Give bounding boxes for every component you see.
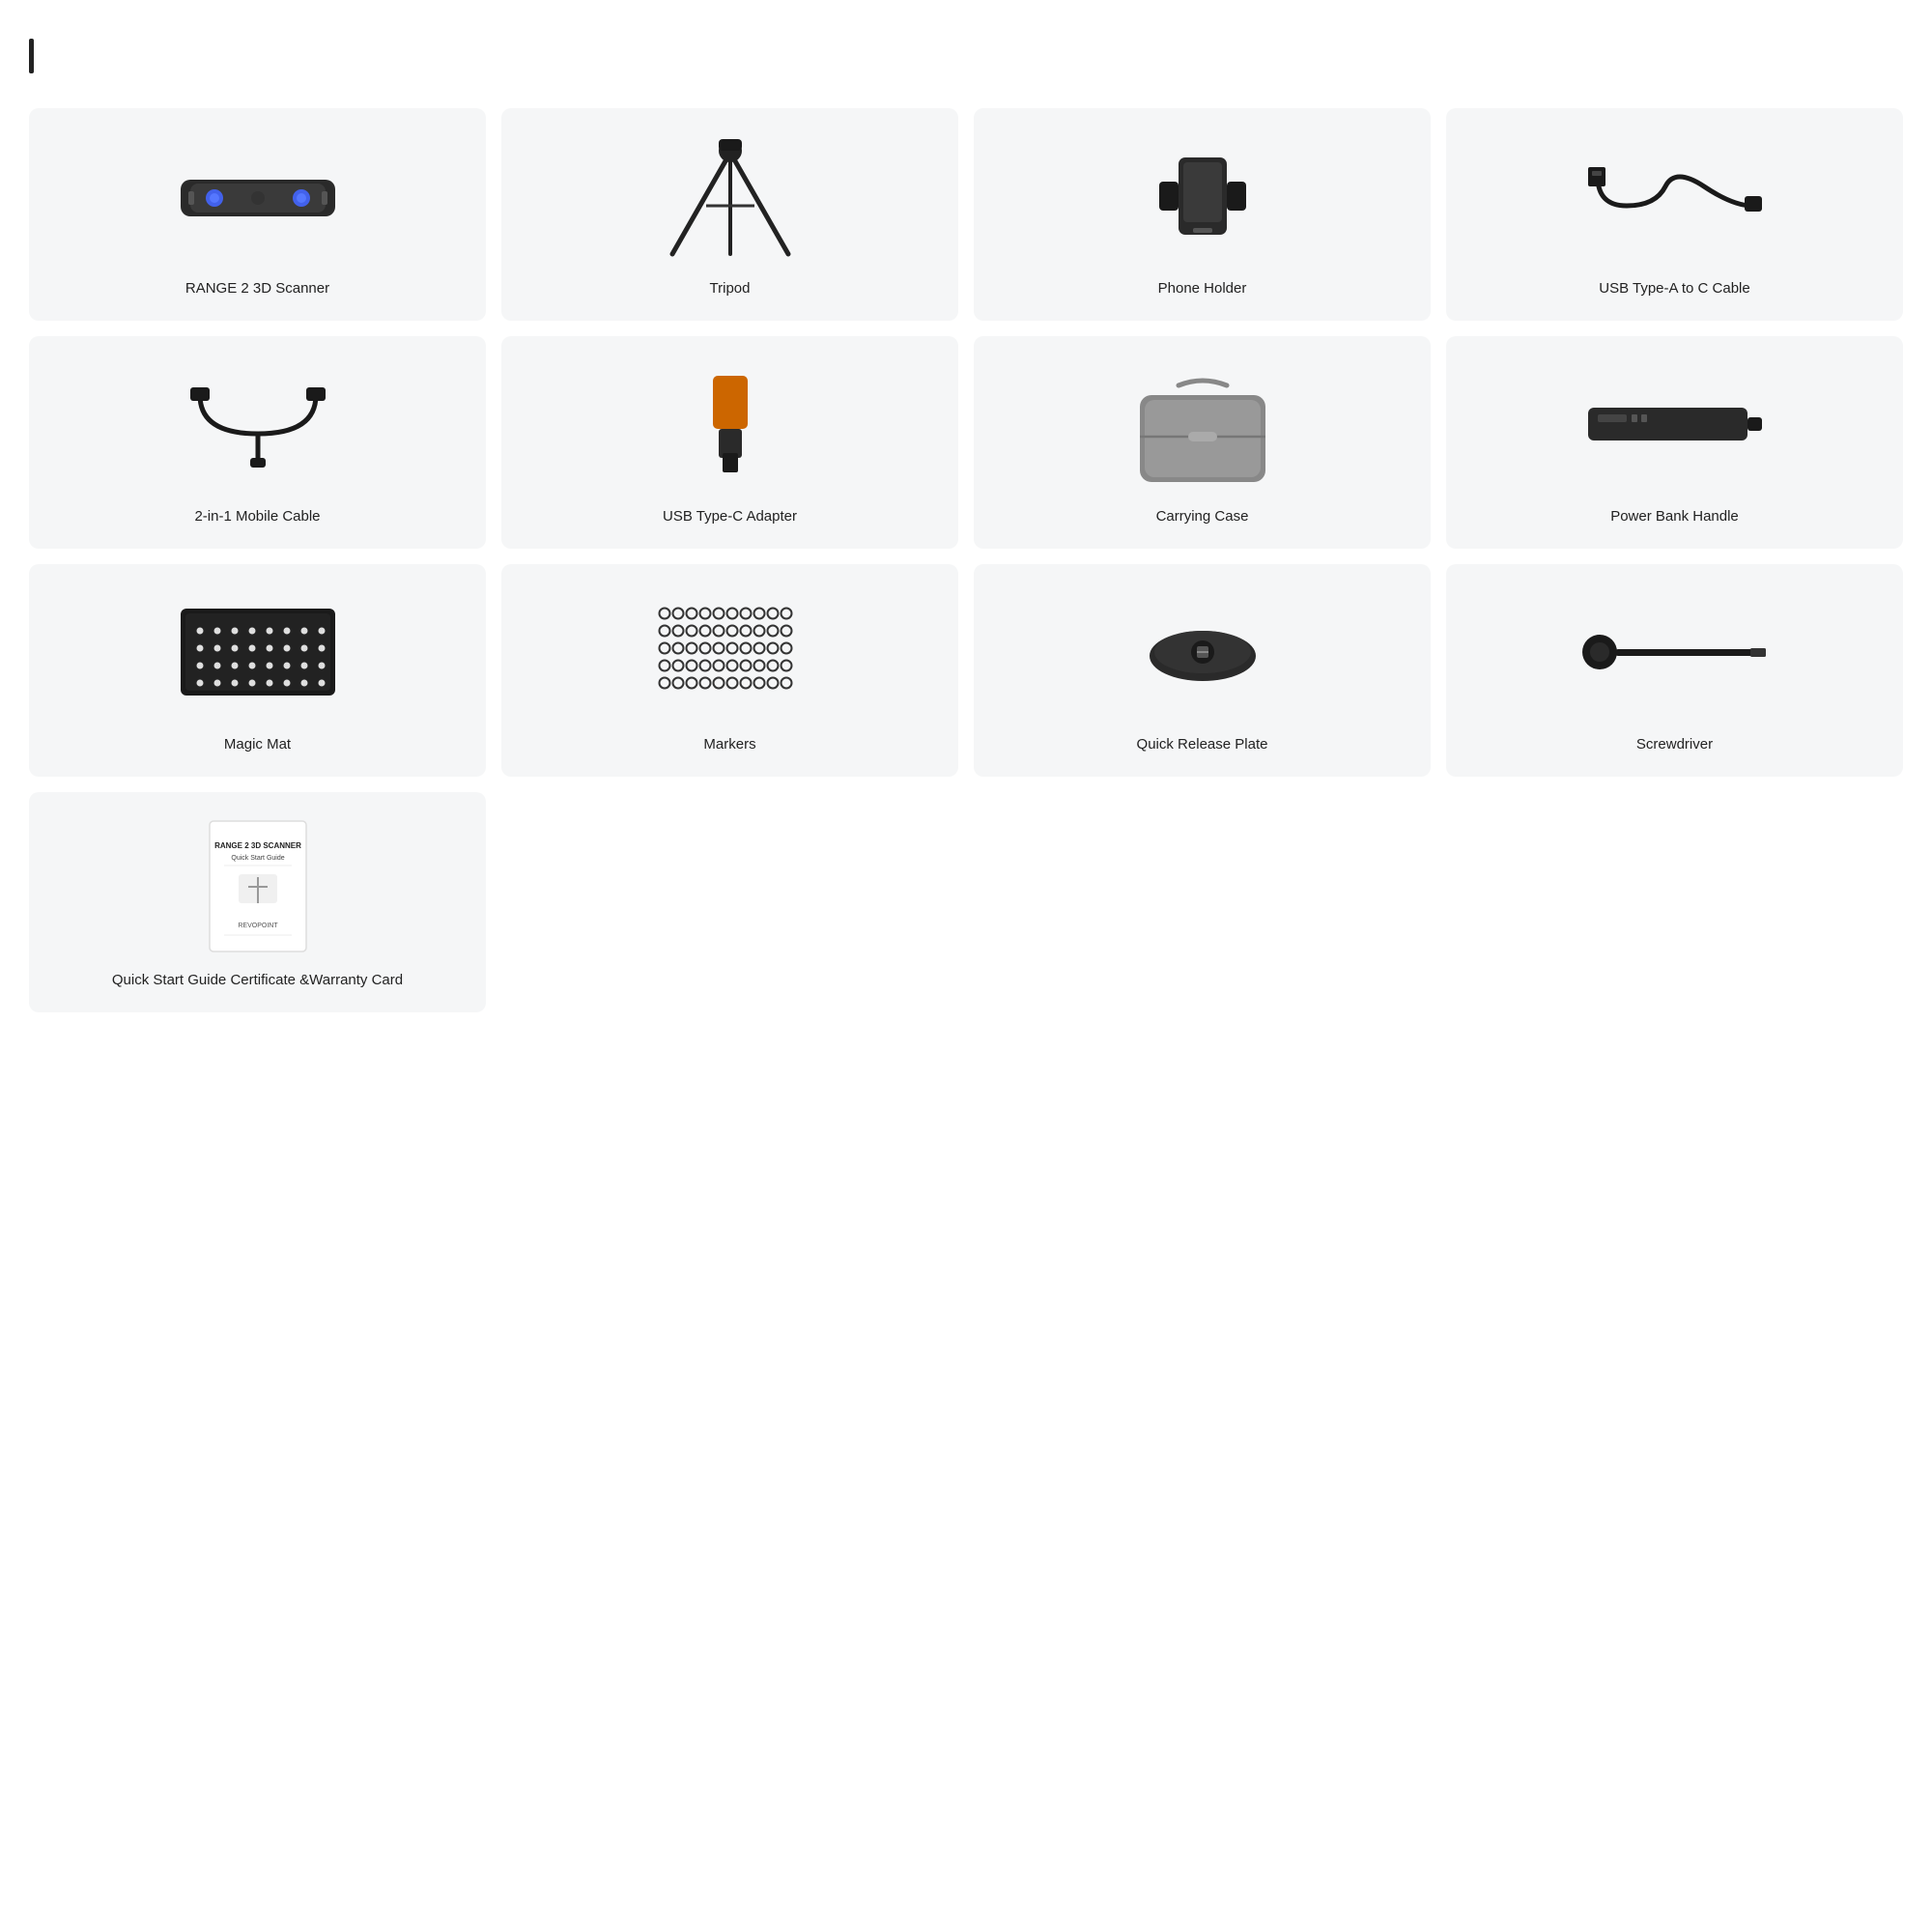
product-card-tripod: Tripod (501, 108, 958, 321)
product-label-quick-release: Quick Release Plate (1137, 734, 1268, 755)
product-card-magic-mat: Magic Mat (29, 564, 486, 777)
product-image-tripod (517, 128, 943, 265)
product-label-markers: Markers (703, 734, 755, 755)
product-image-quick-release (989, 583, 1415, 721)
product-card-quick-release: Quick Release Plate (974, 564, 1431, 777)
product-label-phone-holder: Phone Holder (1158, 278, 1247, 299)
product-image-usb-c-adapter (517, 355, 943, 493)
product-label-quick-start: Quick Start Guide Certificate &Warranty … (112, 970, 403, 991)
product-label-tripod: Tripod (710, 278, 751, 299)
product-card-usb-c-adapter: USB Type-C Adapter (501, 336, 958, 549)
product-label-magic-mat: Magic Mat (224, 734, 291, 755)
product-label-usb-a-c: USB Type-A to C Cable (1599, 278, 1749, 299)
product-card-screwdriver: Screwdriver (1446, 564, 1903, 777)
page-title-bar (29, 39, 1903, 73)
product-card-quick-start: RANGE 2 3D SCANNER Quick Start Guide REV… (29, 792, 486, 1012)
svg-text:REVOPOINT: REVOPOINT (238, 923, 278, 929)
product-image-mobile-cable (44, 355, 470, 493)
product-card-phone-holder: Phone Holder (974, 108, 1431, 321)
product-image-carrying-case (989, 355, 1415, 493)
product-card-mobile-cable: 2-in-1 Mobile Cable (29, 336, 486, 549)
product-card-carrying-case: Carrying Case (974, 336, 1431, 549)
product-image-magic-mat (44, 583, 470, 721)
product-label-screwdriver: Screwdriver (1636, 734, 1713, 755)
product-label-mobile-cable: 2-in-1 Mobile Cable (194, 506, 320, 527)
product-grid: RANGE 2 3D Scanner Tripod Phone Holder U… (29, 108, 1903, 1012)
product-label-usb-c-adapter: USB Type-C Adapter (663, 506, 797, 527)
product-image-usb-a-c (1462, 128, 1888, 265)
product-label-carrying-case: Carrying Case (1156, 506, 1249, 527)
product-image-screwdriver (1462, 583, 1888, 721)
product-image-power-bank (1462, 355, 1888, 493)
product-image-quick-start: RANGE 2 3D SCANNER Quick Start Guide REV… (44, 811, 470, 956)
product-label-scanner: RANGE 2 3D Scanner (185, 278, 329, 299)
product-card-scanner: RANGE 2 3D Scanner (29, 108, 486, 321)
product-card-usb-a-c: USB Type-A to C Cable (1446, 108, 1903, 321)
svg-text:RANGE 2 3D SCANNER: RANGE 2 3D SCANNER (214, 841, 301, 850)
svg-text:Quick Start Guide: Quick Start Guide (231, 855, 284, 862)
product-card-power-bank: Power Bank Handle (1446, 336, 1903, 549)
product-image-scanner (44, 128, 470, 265)
title-accent (29, 39, 34, 73)
product-card-markers: Markers (501, 564, 958, 777)
product-image-phone-holder (989, 128, 1415, 265)
product-label-power-bank: Power Bank Handle (1610, 506, 1739, 527)
product-image-markers (517, 583, 943, 721)
